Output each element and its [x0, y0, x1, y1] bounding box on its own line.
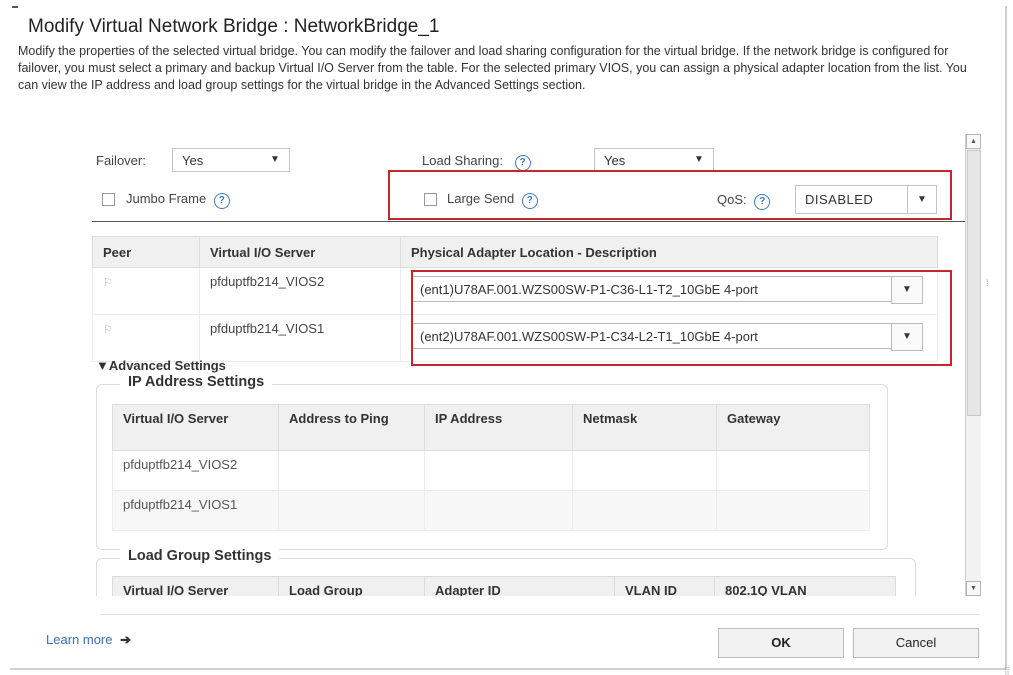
peer-cell: ⚐	[92, 267, 200, 315]
scrollbar-thumb[interactable]	[967, 150, 981, 416]
gateway-cell	[716, 450, 870, 491]
vios-cell: pfduptfb214_VIOS2	[199, 267, 401, 315]
ok-button[interactable]: OK	[718, 628, 844, 658]
chevron-down-icon: ▼	[270, 154, 280, 165]
column-header-vios[interactable]: Virtual I/O Server	[199, 236, 401, 268]
vios-cell: pfduptfb214_VIOS2	[112, 450, 279, 491]
lg-table-header: Virtual I/O Server Load Group Adapter ID…	[112, 576, 896, 596]
ip-settings-table: Virtual I/O Server Address to Ping IP Ad…	[112, 404, 870, 531]
ip-address-legend: IP Address Settings	[120, 374, 273, 390]
column-header-address-to-ping[interactable]: Address to Ping	[278, 404, 425, 451]
dialog-title: Modify Virtual Network Bridge : NetworkB…	[28, 16, 440, 37]
column-header-8021q-vlan[interactable]: 802.1Q VLAN	[714, 576, 896, 596]
failover-value: Yes	[182, 153, 204, 168]
vios-cell: pfduptfb214_VIOS1	[199, 314, 401, 362]
column-header-load-group[interactable]: Load Group	[278, 576, 425, 596]
help-icon[interactable]: ?	[213, 193, 230, 209]
scroll-down-icon[interactable]: ▼	[966, 581, 981, 596]
column-header-peer[interactable]: Peer	[92, 236, 200, 268]
column-header-adapter[interactable]: Physical Adapter Location - Description	[400, 236, 938, 268]
netmask-cell	[572, 490, 717, 531]
flag-icon: ⚐	[103, 277, 113, 289]
address-to-ping-cell	[278, 490, 425, 531]
table-row[interactable]: pfduptfb214_VIOS2	[112, 450, 870, 491]
learn-more-text: Learn more	[46, 632, 113, 647]
jumbo-frame-label: Jumbo Frame ?	[126, 191, 230, 209]
settings-scroll-region: Failover: Yes ▼ Load Sharing: ? Yes ▼ Ju…	[64, 134, 977, 596]
gateway-cell	[716, 490, 870, 531]
jumbo-frame-checkbox[interactable]	[102, 193, 115, 206]
dialog-description: Modify the properties of the selected vi…	[18, 44, 967, 92]
highlight-box-large-send-qos	[388, 170, 952, 220]
column-header-netmask[interactable]: Netmask	[572, 404, 717, 451]
load-sharing-value: Yes	[604, 153, 626, 168]
column-header-vlan-id[interactable]: VLAN ID	[614, 576, 715, 596]
corner-mark	[12, 6, 18, 11]
help-icon[interactable]: ?	[514, 155, 531, 171]
advanced-settings-toggle[interactable]: ▼Advanced Settings	[96, 358, 226, 373]
netmask-cell	[572, 450, 717, 491]
load-group-table: Virtual I/O Server Load Group Adapter ID…	[112, 576, 896, 596]
peer-cell: ⚐	[92, 314, 200, 362]
section-divider	[92, 221, 972, 222]
vios-cell: pfduptfb214_VIOS1	[112, 490, 279, 531]
learn-more-link[interactable]: Learn more ➔	[46, 632, 131, 648]
chevron-down-icon: ▼	[694, 154, 704, 165]
resize-grip-icon[interactable]: ⣿	[1004, 666, 1010, 675]
column-header-vios[interactable]: Virtual I/O Server	[112, 576, 279, 596]
ip-address-cell	[424, 490, 573, 531]
column-header-adapter-id[interactable]: Adapter ID	[424, 576, 615, 596]
ip-address-cell	[424, 450, 573, 491]
cancel-button[interactable]: Cancel	[853, 628, 979, 658]
load-sharing-label: Load Sharing: ?	[422, 153, 531, 171]
arrow-right-icon: ➔	[120, 632, 132, 647]
table-row[interactable]: pfduptfb214_VIOS1	[112, 490, 870, 531]
column-header-gateway[interactable]: Gateway	[716, 404, 870, 451]
column-header-ip-address[interactable]: IP Address	[424, 404, 573, 451]
modify-bridge-dialog: Modify Virtual Network Bridge : NetworkB…	[10, 6, 1010, 675]
resize-handle-icon[interactable]: ⁞	[986, 278, 989, 288]
load-group-legend: Load Group Settings	[120, 548, 280, 564]
flag-icon: ⚐	[103, 324, 113, 336]
jumbo-frame-text: Jumbo Frame	[126, 191, 207, 206]
scroll-up-icon[interactable]: ▲	[966, 134, 981, 149]
failover-select[interactable]: Yes ▼	[172, 148, 290, 172]
ip-table-header: Virtual I/O Server Address to Ping IP Ad…	[112, 404, 870, 451]
load-sharing-text: Load Sharing:	[422, 153, 503, 168]
failover-label: Failover:	[96, 153, 146, 168]
vertical-scrollbar[interactable]: ▲ ▼	[965, 134, 981, 596]
highlight-box-adapters	[411, 270, 952, 366]
column-header-vios[interactable]: Virtual I/O Server	[112, 404, 279, 451]
load-sharing-select[interactable]: Yes ▼	[594, 148, 714, 172]
peer-table-header: Peer Virtual I/O Server Physical Adapter…	[92, 236, 938, 268]
footer-divider	[100, 614, 980, 615]
address-to-ping-cell	[278, 450, 425, 491]
